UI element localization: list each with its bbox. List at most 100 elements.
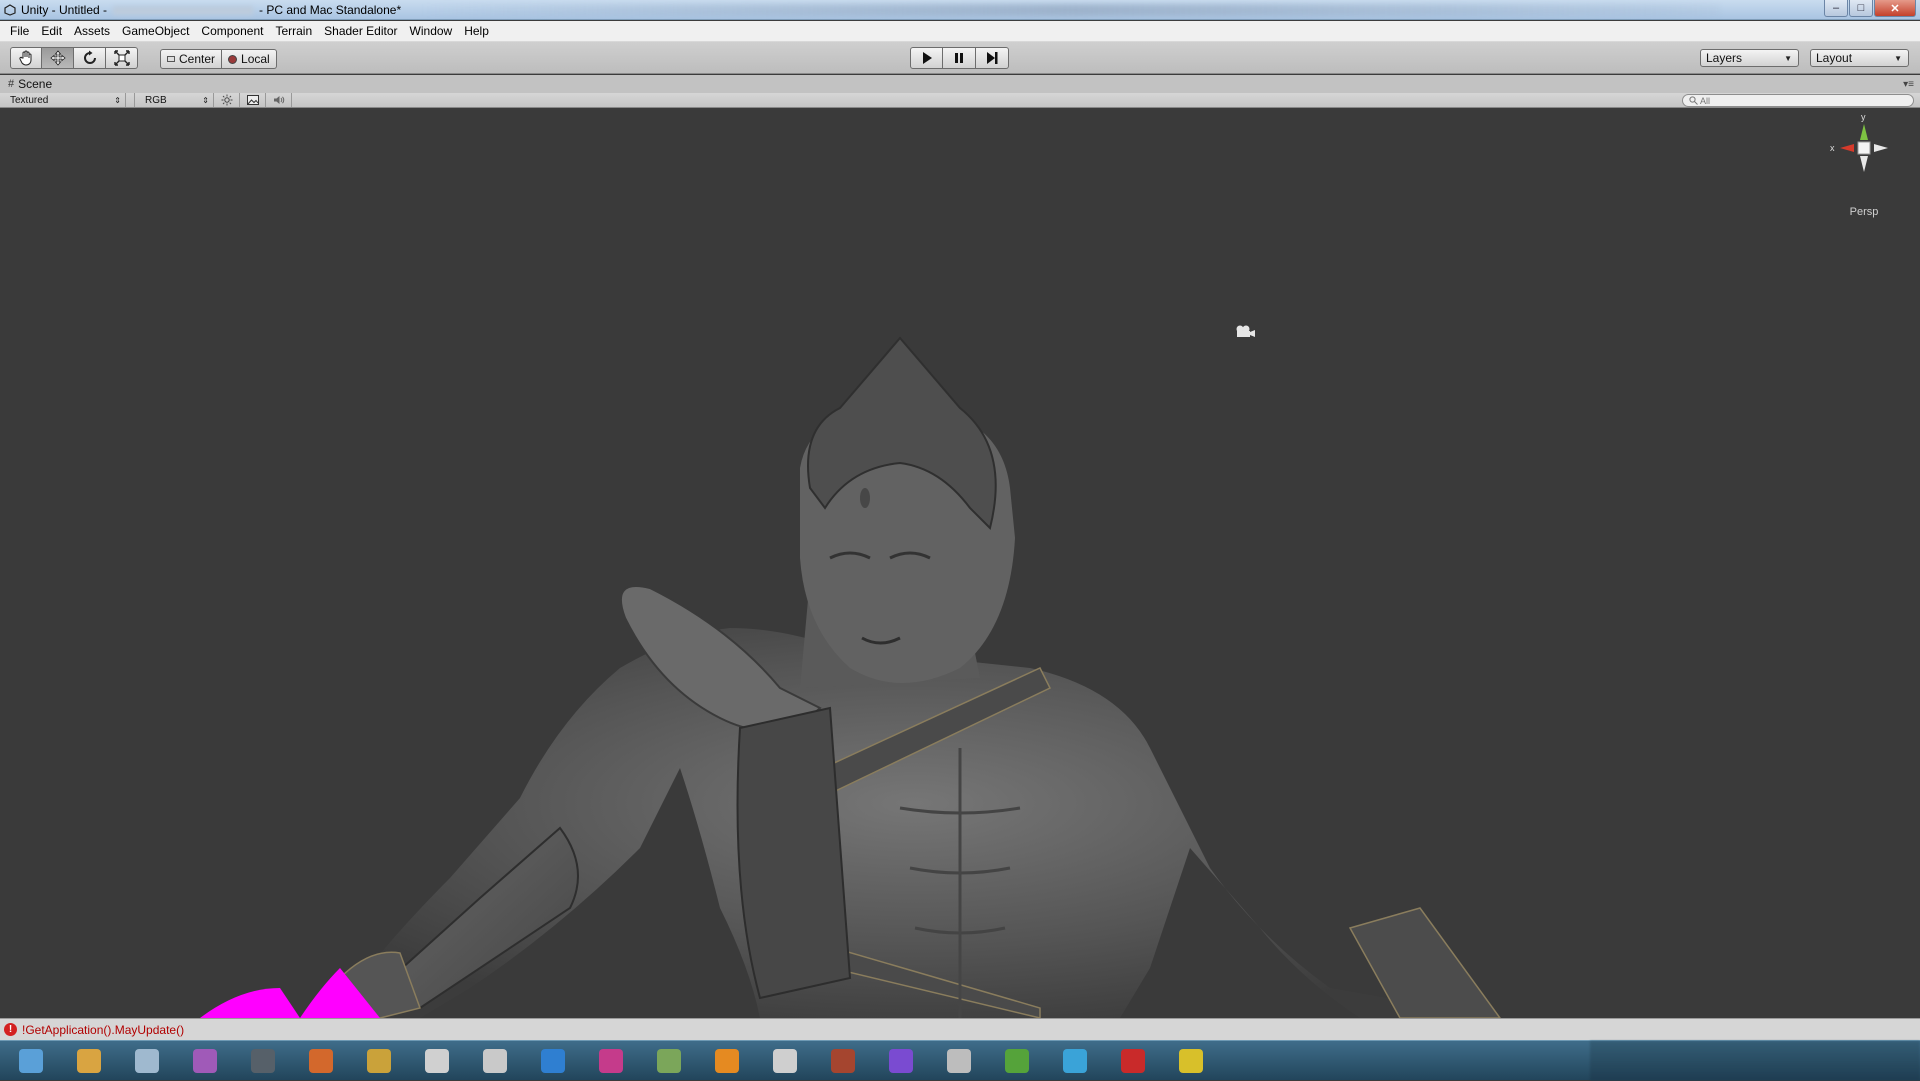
window-titlebar[interactable]: Unity - Untitled - - PC and Mac Standalon… xyxy=(0,0,1920,20)
pivot-local-button[interactable]: Local xyxy=(222,49,277,69)
menu-terrain[interactable]: Terrain xyxy=(269,21,318,42)
layers-dropdown[interactable]: Layers ▼ xyxy=(1700,49,1799,67)
scene-lighting-toggle[interactable] xyxy=(214,93,240,107)
app-icon xyxy=(1005,1048,1029,1073)
unity-logo-icon xyxy=(3,3,17,17)
status-message: !GetApplication().MayUpdate() xyxy=(22,1022,185,1037)
image-icon xyxy=(246,95,259,105)
layout-dropdown[interactable]: Layout ▼ xyxy=(1810,49,1909,67)
transform-tools xyxy=(10,47,138,69)
media-player-icon xyxy=(193,1048,217,1073)
camera-icon[interactable] xyxy=(1234,324,1256,338)
play-controls xyxy=(910,47,1009,69)
scale-tool-button[interactable] xyxy=(106,47,138,69)
taskbar-app-button[interactable] xyxy=(414,1044,460,1078)
scene-audio-toggle[interactable] xyxy=(266,93,292,107)
scene-tab-label: Scene xyxy=(18,77,53,91)
taskbar-app-button[interactable] xyxy=(1168,1044,1214,1078)
hand-icon xyxy=(19,50,32,66)
taskbar-app-button[interactable] xyxy=(124,1044,170,1078)
menu-file[interactable]: File xyxy=(4,21,35,42)
pivot-local-label: Local xyxy=(241,52,270,66)
pause-button[interactable] xyxy=(943,47,976,69)
error-icon: ! xyxy=(4,1023,17,1036)
os-taskbar xyxy=(0,1040,1920,1081)
move-icon xyxy=(49,50,66,66)
scene-effects-toggle[interactable] xyxy=(240,93,266,107)
taskbar-app-button[interactable] xyxy=(1052,1044,1098,1078)
status-bar[interactable]: ! !GetApplication().MayUpdate() xyxy=(0,1018,1920,1040)
taskbar-app-button[interactable] xyxy=(298,1044,344,1078)
updown-icon: ⇕ xyxy=(202,95,209,105)
window-title-prefix: Unity - Untitled - xyxy=(21,2,108,17)
scene-search-input[interactable]: All xyxy=(1682,94,1914,107)
rotate-tool-button[interactable] xyxy=(74,47,106,69)
orientation-gizmo[interactable]: y x Persp xyxy=(1826,112,1902,218)
speaker-icon xyxy=(273,96,284,104)
folder-icon xyxy=(77,1048,101,1073)
hand-tool-button[interactable] xyxy=(10,47,42,69)
layout-label: Layout xyxy=(1816,51,1853,65)
maximize-button[interactable]: □ xyxy=(1849,0,1873,17)
taskbar-app-button[interactable] xyxy=(820,1044,866,1078)
menu-shader-editor[interactable]: Shader Editor xyxy=(318,21,403,42)
taskbar-app-button[interactable] xyxy=(182,1044,228,1078)
window-title-suffix: - PC and Mac Standalone* xyxy=(259,2,402,17)
firefox-icon xyxy=(309,1048,333,1073)
tab-scene[interactable]: # Scene xyxy=(0,77,60,91)
persp-label[interactable]: Persp xyxy=(1826,206,1902,218)
close-button[interactable]: ✕ xyxy=(1874,0,1916,17)
play-button[interactable] xyxy=(910,47,943,69)
scene-viewport[interactable]: y x Persp xyxy=(0,108,1920,1018)
window-title: Unity - Untitled - - PC and Mac Standalon… xyxy=(21,3,401,17)
taskbar-app-button[interactable] xyxy=(762,1044,808,1078)
app-icon xyxy=(1179,1048,1203,1073)
taskbar-app-button[interactable] xyxy=(472,1044,518,1078)
center-icon xyxy=(167,56,175,62)
app-icon xyxy=(541,1048,565,1073)
taskbar-app-button[interactable] xyxy=(8,1044,54,1078)
pivot-center-button[interactable]: Center xyxy=(160,49,223,69)
menu-assets[interactable]: Assets xyxy=(68,21,116,42)
menu-window[interactable]: Window xyxy=(404,21,459,42)
minimize-button[interactable]: – xyxy=(1824,0,1848,17)
layers-label: Layers xyxy=(1706,51,1743,65)
channel-value: RGB xyxy=(145,94,167,106)
taskbar-app-button[interactable] xyxy=(1110,1044,1156,1078)
taskbar-app-button[interactable] xyxy=(240,1044,286,1078)
menu-edit[interactable]: Edit xyxy=(35,21,68,42)
channel-dropdown[interactable]: RGB ⇕ xyxy=(134,93,214,107)
app-icon xyxy=(425,1048,449,1073)
taskbar-app-button[interactable] xyxy=(530,1044,576,1078)
menu-bar: File Edit Assets GameObject Component Te… xyxy=(0,21,1920,42)
menu-help[interactable]: Help xyxy=(458,21,495,42)
menu-gameobject[interactable]: GameObject xyxy=(116,21,195,42)
tab-menu-icon[interactable]: ▾≡ xyxy=(1903,79,1914,90)
search-icon xyxy=(1689,96,1698,105)
taskbar-app-button[interactable] xyxy=(66,1044,112,1078)
scale-icon xyxy=(113,50,130,66)
taskbar-app-button[interactable] xyxy=(878,1044,924,1078)
app-icon xyxy=(831,1048,855,1073)
window-controls: – □ ✕ xyxy=(1824,0,1916,17)
step-button[interactable] xyxy=(976,47,1009,69)
step-icon xyxy=(987,52,998,64)
app-icon xyxy=(1121,1048,1145,1073)
taskbar-app-button[interactable] xyxy=(994,1044,1040,1078)
windows-start-icon xyxy=(19,1048,43,1073)
render-mode-dropdown[interactable]: Textured ⇕ xyxy=(0,93,126,107)
app-icon xyxy=(599,1048,623,1073)
move-tool-button[interactable] xyxy=(42,47,74,69)
taskbar-app-button[interactable] xyxy=(646,1044,692,1078)
taskbar-app-button[interactable] xyxy=(936,1044,982,1078)
taskbar-app-button[interactable] xyxy=(704,1044,750,1078)
taskbar-app-button[interactable] xyxy=(588,1044,634,1078)
play-icon xyxy=(922,52,932,64)
gizmo-y-label: y xyxy=(1861,112,1866,122)
taskbar-app-button[interactable] xyxy=(356,1044,402,1078)
gizmo-x-label: x xyxy=(1830,143,1835,153)
render-mode-value: Textured xyxy=(10,94,49,106)
chevron-down-icon: ▼ xyxy=(1894,53,1902,63)
axis-gizmo-icon xyxy=(1840,124,1888,172)
menu-component[interactable]: Component xyxy=(195,21,269,42)
